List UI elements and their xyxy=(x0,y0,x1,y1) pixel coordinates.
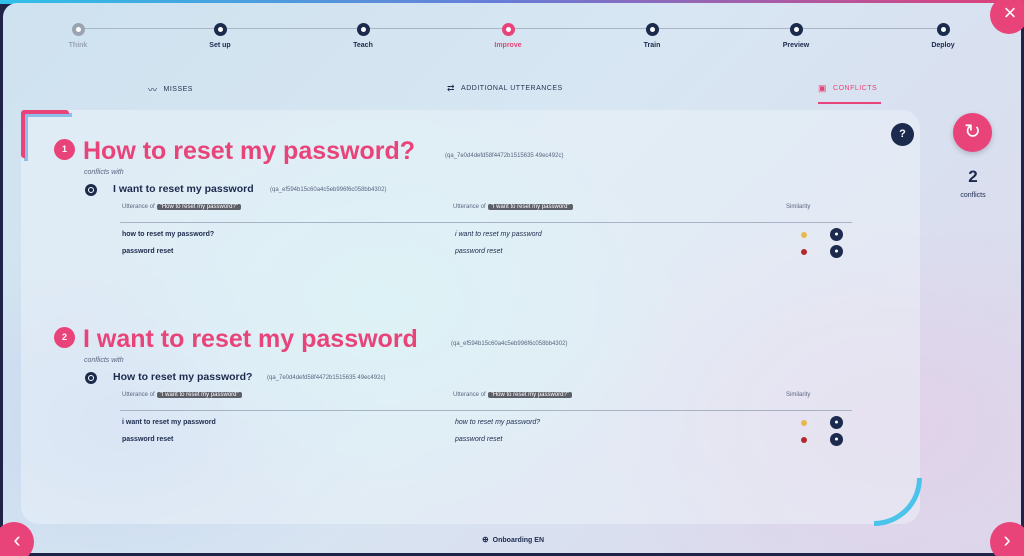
step-train[interactable]: Train xyxy=(612,23,692,49)
conflicting-question-id: (qa_7e0d4defd58f4472b1515635 49ec492c) xyxy=(267,375,386,381)
conflicts-with-label: conflicts with xyxy=(84,169,124,176)
next-button[interactable]: › xyxy=(990,522,1024,556)
column-label: Utterance of xyxy=(453,204,486,210)
similarity-indicator xyxy=(801,437,807,443)
app-window: Think Set up Teach Improve Train Preview… xyxy=(3,3,1021,553)
project-selector[interactable]: ⊕ Onboarding EN xyxy=(443,535,583,544)
tab-label: ADDITIONAL UTTERANCES xyxy=(461,85,563,92)
close-button[interactable]: × xyxy=(990,0,1024,34)
conflict-question-title: I want to reset my password xyxy=(83,325,418,353)
question-tag: "How to reset my password?" xyxy=(156,204,241,210)
pencil-icon xyxy=(501,23,515,36)
table-divider xyxy=(120,410,852,411)
question-id: (qa_ef594b15c60a4c5eb996f6c058bb4302) xyxy=(451,341,568,347)
conflict-question-title: How to reset my password? xyxy=(83,137,416,165)
location-pin-icon[interactable]: ● xyxy=(830,416,843,429)
conflict-number: 2 xyxy=(54,327,75,348)
conflict-icon: ▣ xyxy=(818,83,828,93)
similarity-indicator xyxy=(801,420,807,426)
question-tag: "I want to reset my password" xyxy=(487,204,573,210)
table-cell-utterance: i want to reset my password xyxy=(122,419,216,426)
lightbulb-icon xyxy=(71,23,85,36)
column-label: Utterance of xyxy=(122,204,155,210)
step-label: Improve xyxy=(494,42,522,49)
tab-misses[interactable]: 〰 MISSES xyxy=(148,83,193,96)
conflict-number: 1 xyxy=(54,139,75,160)
step-label: Think xyxy=(68,42,88,49)
step-label: Set up xyxy=(209,42,231,49)
globe-icon: ⊕ xyxy=(481,535,489,544)
column-header-utterance-of: Utterance of "How to reset my password?" xyxy=(453,392,572,398)
wizard-stepper: Think Set up Teach Improve Train Preview… xyxy=(3,17,1021,57)
brain-icon xyxy=(645,23,659,36)
column-label: Utterance of xyxy=(453,392,486,398)
step-teach[interactable]: Teach xyxy=(323,23,403,49)
step-improve[interactable]: Improve xyxy=(468,23,548,49)
table-cell-utterance: how to reset my password? xyxy=(122,231,215,238)
gear-icon xyxy=(213,23,227,36)
conflicts-count: 2 xyxy=(968,167,978,186)
graduation-cap-icon xyxy=(356,23,370,36)
column-header-similarity: Similarity xyxy=(786,204,811,210)
table-cell-utterance: password reset xyxy=(455,248,503,255)
conflicts-count-label: conflicts xyxy=(960,192,986,199)
column-header-utterance-of: Utterance of "I want to reset my password… xyxy=(122,392,242,398)
radio-circle-icon xyxy=(85,184,97,196)
table-cell-utterance: password reset xyxy=(455,436,503,443)
column-header-utterance-of: Utterance of "I want to reset my password… xyxy=(453,204,573,210)
step-label: Deploy xyxy=(931,42,955,49)
column-header-utterance-of: Utterance of "How to reset my password?" xyxy=(122,204,241,210)
table-divider xyxy=(120,222,852,223)
panel-arc-decoration xyxy=(874,478,922,526)
column-header-similarity: Similarity xyxy=(786,392,811,398)
step-think[interactable]: Think xyxy=(38,23,118,49)
deploy-icon xyxy=(936,23,950,36)
step-label: Teach xyxy=(353,42,373,49)
help-icon[interactable]: ? xyxy=(891,123,914,146)
table-cell-utterance: i want to reset my password xyxy=(455,231,542,238)
step-deploy[interactable]: Deploy xyxy=(903,23,983,49)
similarity-indicator xyxy=(801,232,807,238)
step-preview[interactable]: Preview xyxy=(756,23,836,49)
location-pin-icon[interactable]: ● xyxy=(830,228,843,241)
question-tag: "How to reset my password?" xyxy=(487,392,572,398)
similarity-indicator xyxy=(801,249,807,255)
project-name: Onboarding EN xyxy=(492,537,545,544)
conflicting-question-id: (qa_ef594b15c60a4c5eb996f6c058bb4302) xyxy=(270,187,387,193)
step-setup[interactable]: Set up xyxy=(180,23,260,49)
question-id: (qa_7e0d4defd58f4472b1515635 49ec492c) xyxy=(445,153,564,159)
table-cell-utterance: password reset xyxy=(122,436,174,443)
tab-additional-utterances[interactable]: ⇄ ADDITIONAL UTTERANCES xyxy=(447,83,563,94)
trend-line-icon: 〰 xyxy=(148,85,158,95)
location-pin-icon[interactable]: ● xyxy=(830,245,843,258)
conflicting-question-title: How to reset my password? xyxy=(113,371,253,383)
radio-circle-icon xyxy=(85,372,97,384)
tab-label: MISSES xyxy=(163,86,193,93)
step-label: Train xyxy=(643,42,661,49)
table-cell-utterance: how to reset my password? xyxy=(455,419,541,426)
conflicting-question-title: I want to reset my password xyxy=(113,183,254,195)
preview-icon xyxy=(789,23,803,36)
question-tag: "I want to reset my password" xyxy=(156,392,242,398)
active-tab-underline xyxy=(818,102,881,104)
step-label: Preview xyxy=(782,42,810,49)
location-pin-icon[interactable]: ● xyxy=(830,433,843,446)
tab-label: CONFLICTS xyxy=(833,85,878,92)
table-cell-utterance: password reset xyxy=(122,248,174,255)
conflicts-with-label: conflicts with xyxy=(84,357,124,364)
conflicts-panel xyxy=(21,110,920,524)
tab-conflicts[interactable]: ▣ CONFLICTS xyxy=(818,83,877,94)
repeat-icon: ⇄ xyxy=(447,83,456,93)
column-label: Utterance of xyxy=(122,392,155,398)
refresh-button[interactable]: ↻ xyxy=(953,113,992,152)
